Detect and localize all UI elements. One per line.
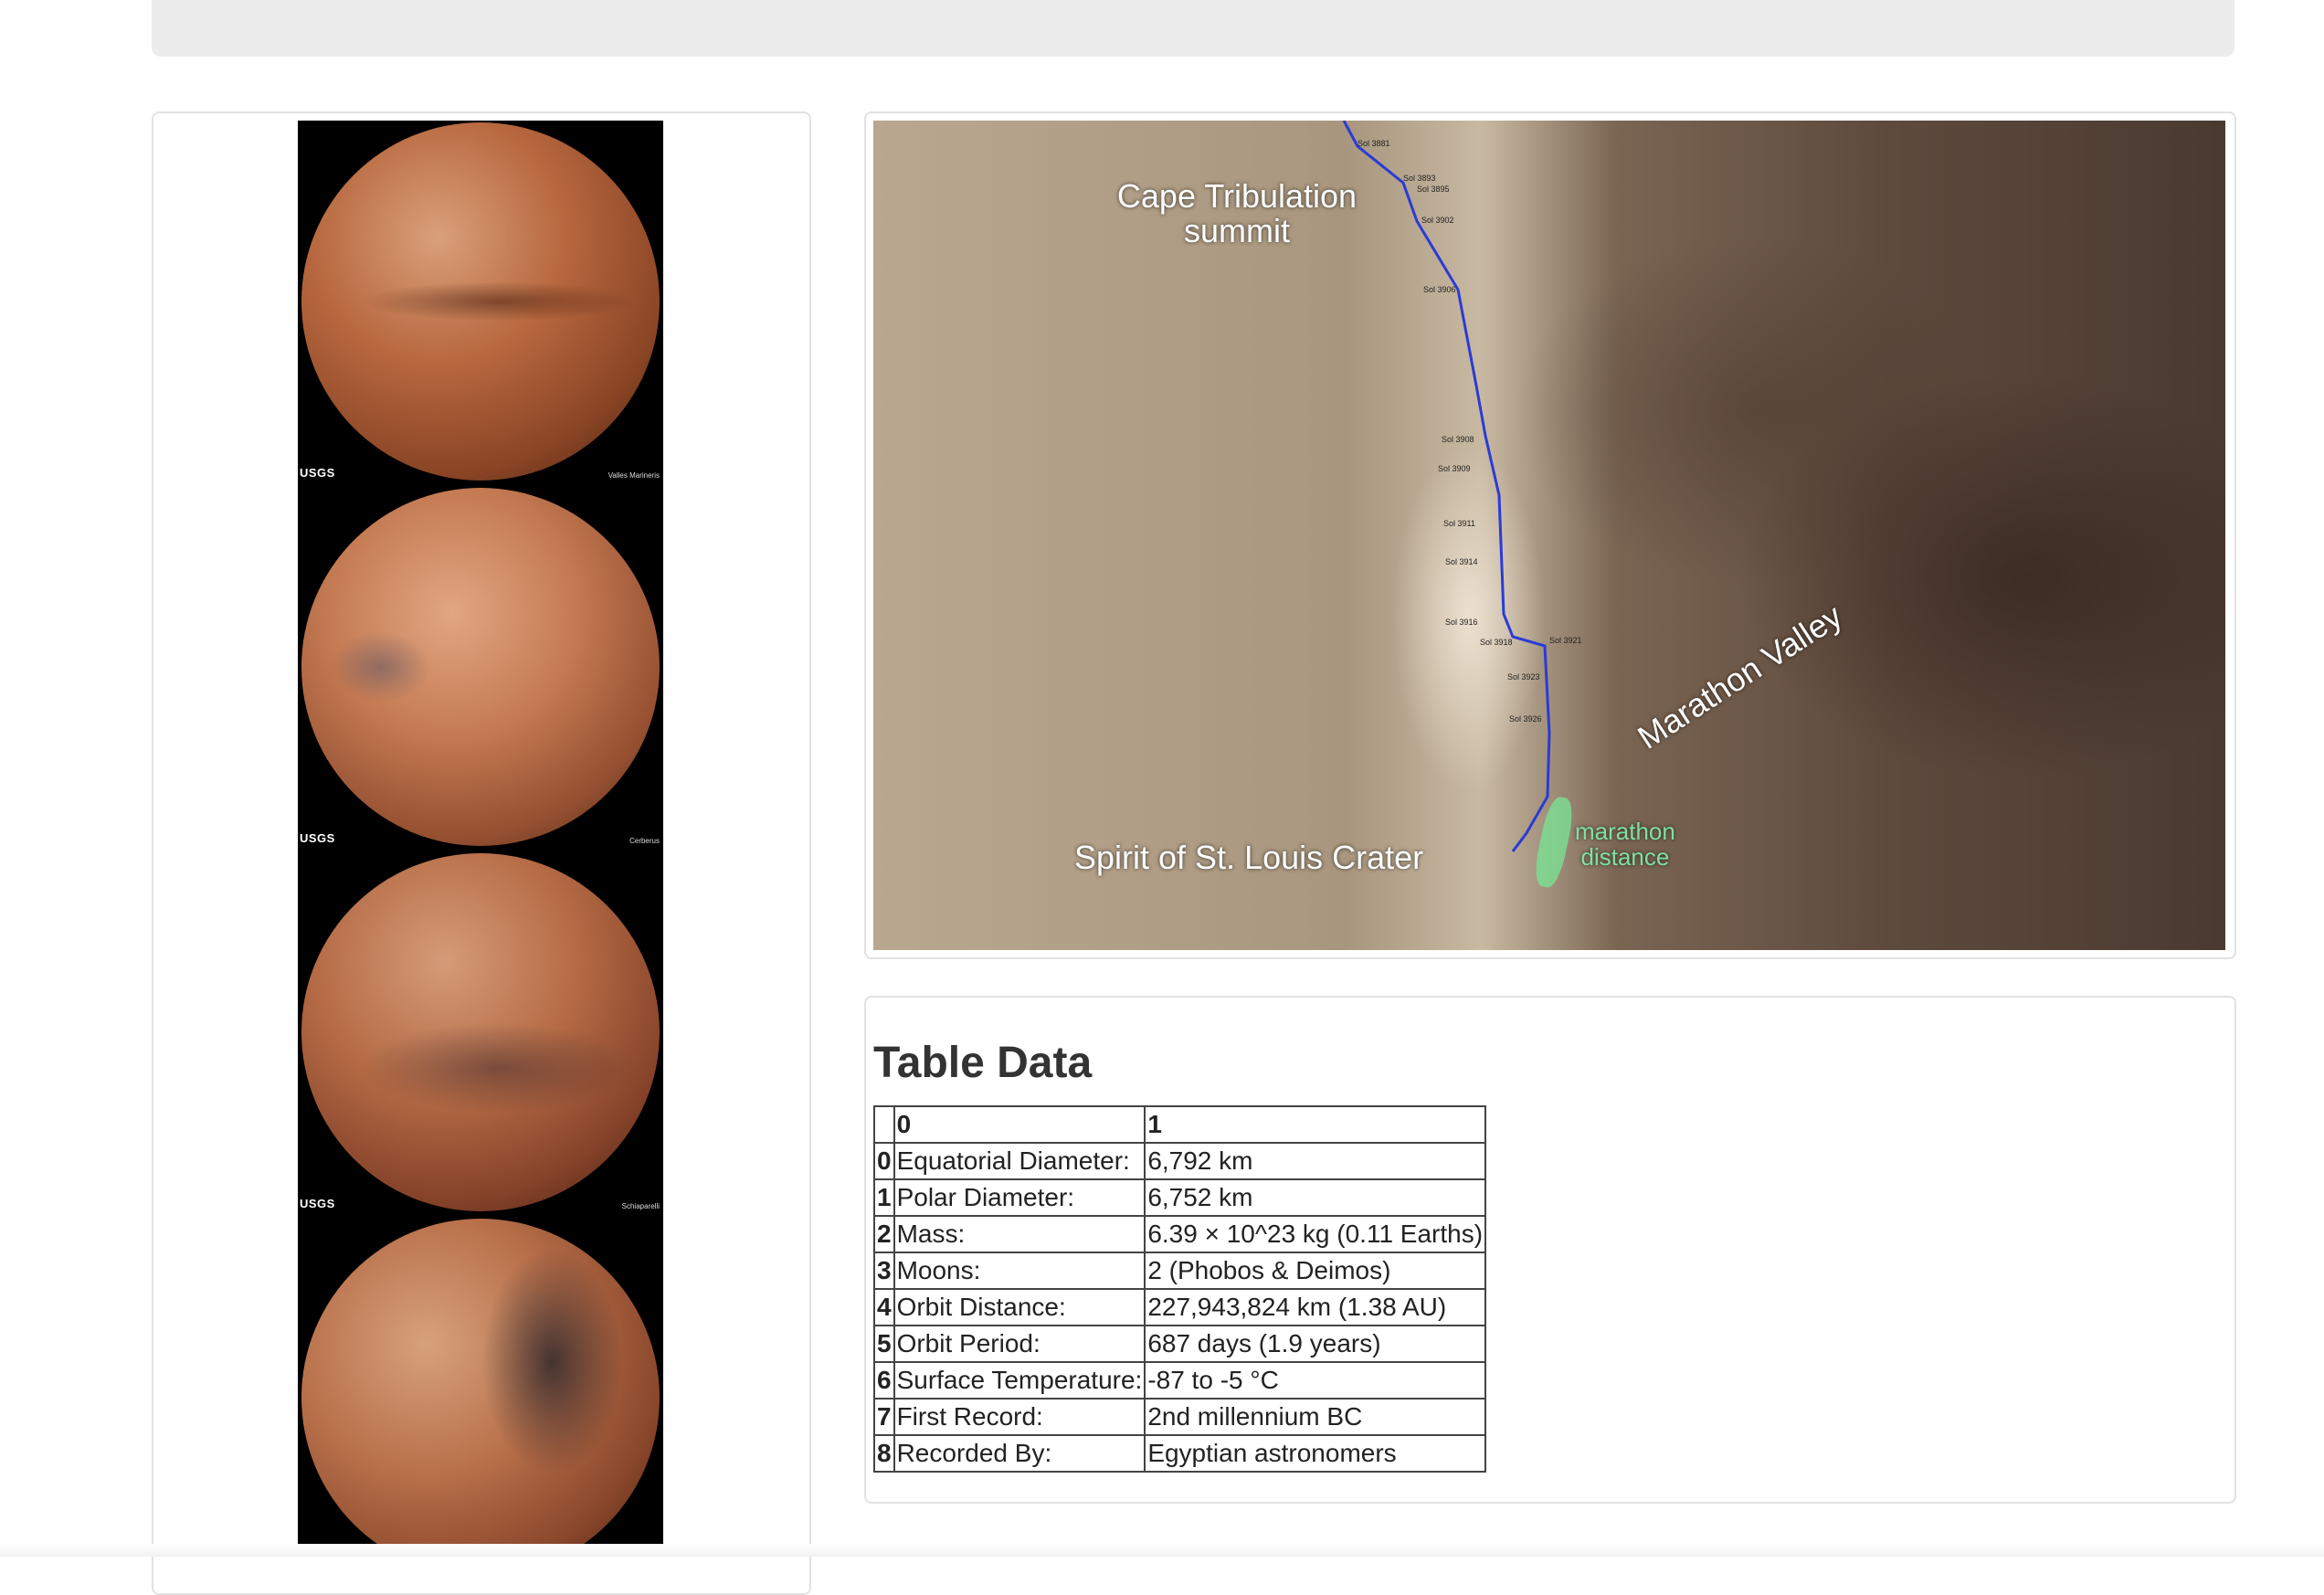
sol-label: Sol 3918 xyxy=(1480,638,1513,647)
row-label: Orbit Distance: xyxy=(893,1288,1146,1326)
row-index: 8 xyxy=(873,1434,895,1473)
sol-label: Sol 3893 xyxy=(1403,174,1436,183)
table-row: 5 Orbit Period: 687 days (1.9 years) xyxy=(873,1325,1487,1363)
sol-label: Sol 3926 xyxy=(1509,714,1542,724)
table-row: 7 First Record: 2nd millennium BC xyxy=(873,1398,1487,1436)
table-row: 0 Equatorial Diameter: 6,792 km xyxy=(873,1142,1487,1180)
usgs-logo: USGS xyxy=(300,1197,335,1210)
hemisphere-globe-valles-marineris xyxy=(301,122,660,481)
hemisphere-caption: Cerberus xyxy=(629,837,660,845)
sol-label: Sol 3921 xyxy=(1549,636,1582,645)
featured-mars-image[interactable]: Cape Tribulation summit Marathon Valley … xyxy=(873,121,2225,950)
hemisphere-caption: Schiaparelli xyxy=(621,1202,660,1210)
row-value: 2nd millennium BC xyxy=(1144,1398,1487,1436)
sol-label: Sol 3911 xyxy=(1443,519,1475,528)
table-row: 2 Mass: 6.39 × 10^23 kg (0.11 Earths) xyxy=(873,1215,1487,1253)
row-label: Polar Diameter: xyxy=(893,1178,1146,1217)
table-row: 8 Recorded By: Egyptian astronomers xyxy=(873,1434,1487,1473)
row-value: 6,752 km xyxy=(1144,1178,1487,1217)
usgs-logo: USGS xyxy=(300,831,335,845)
table-row: 3 Moons: 2 (Phobos & Deimos) xyxy=(873,1252,1487,1290)
row-label: Moons: xyxy=(893,1252,1146,1290)
mars-facts-table: 0 1 0 Equatorial Diameter: 6,792 km 1 Polar… xyxy=(873,1105,1487,1473)
header-cell: 1 xyxy=(1144,1105,1487,1144)
sol-label: Sol 3914 xyxy=(1445,557,1478,566)
usgs-logo: USGS xyxy=(300,466,335,480)
row-value: 687 days (1.9 years) xyxy=(1144,1325,1487,1363)
label-marathon-distance: marathon distance xyxy=(1575,818,1675,871)
row-index: 0 xyxy=(873,1142,895,1180)
row-label: Recorded By: xyxy=(893,1434,1146,1473)
sol-label: Sol 3909 xyxy=(1438,464,1471,473)
row-label: Orbit Period: xyxy=(893,1325,1146,1363)
table-header-row: 0 1 xyxy=(873,1105,1487,1144)
row-index: 1 xyxy=(873,1178,895,1217)
row-index: 5 xyxy=(873,1325,895,1363)
bottom-edge xyxy=(0,1544,2324,1557)
row-index: 4 xyxy=(873,1288,895,1326)
label-cape-tribulation: Cape Tribulation summit xyxy=(1116,177,1357,249)
row-label: Mass: xyxy=(893,1215,1146,1253)
table-row: 4 Orbit Distance: 227,943,824 km (1.38 AU) xyxy=(873,1288,1487,1326)
sol-label: Sol 3902 xyxy=(1421,216,1454,225)
row-label: Equatorial Diameter: xyxy=(893,1142,1146,1180)
row-index: 2 xyxy=(873,1215,895,1253)
row-value: Egyptian astronomers xyxy=(1144,1434,1487,1473)
sol-label: Sol 3908 xyxy=(1442,435,1474,444)
sol-label: Sol 3895 xyxy=(1417,185,1450,194)
label-spirit-of-st-louis-crater: Spirit of St. Louis Crater xyxy=(1074,839,1424,876)
row-index: 6 xyxy=(873,1361,895,1400)
header-cell xyxy=(873,1105,895,1144)
hemisphere-globe-syrtis-major xyxy=(301,1219,660,1557)
row-value: 227,943,824 km (1.38 AU) xyxy=(1144,1288,1487,1326)
row-value: 6,792 km xyxy=(1144,1142,1487,1180)
table-row: 6 Surface Temperature: -87 to -5 °C xyxy=(873,1361,1487,1400)
row-value: -87 to -5 °C xyxy=(1144,1361,1487,1400)
row-index: 7 xyxy=(873,1398,895,1436)
sol-label: Sol 3906 xyxy=(1423,285,1456,294)
sol-label: Sol 3923 xyxy=(1507,672,1540,681)
sol-label: Sol 3881 xyxy=(1357,139,1390,148)
row-value: 2 (Phobos & Deimos) xyxy=(1144,1252,1487,1290)
header-cell: 0 xyxy=(893,1105,1146,1144)
table-title: Table Data xyxy=(873,1039,1093,1087)
hemisphere-globe-cerberus xyxy=(301,488,660,846)
row-index: 3 xyxy=(873,1252,895,1290)
header-banner xyxy=(152,0,2234,57)
hemisphere-caption: Valles Marineris xyxy=(607,471,660,480)
hemisphere-globe-schiaparelli xyxy=(301,853,660,1211)
table-row: 1 Polar Diameter: 6,752 km xyxy=(873,1178,1487,1217)
sol-label: Sol 3916 xyxy=(1445,618,1478,627)
row-value: 6.39 × 10^23 kg (0.11 Earths) xyxy=(1144,1215,1487,1253)
hemispheres-image[interactable]: USGS Valles Marineris USGS Cerberus USGS… xyxy=(298,121,663,1557)
row-label: First Record: xyxy=(893,1398,1146,1436)
row-label: Surface Temperature: xyxy=(893,1361,1146,1400)
